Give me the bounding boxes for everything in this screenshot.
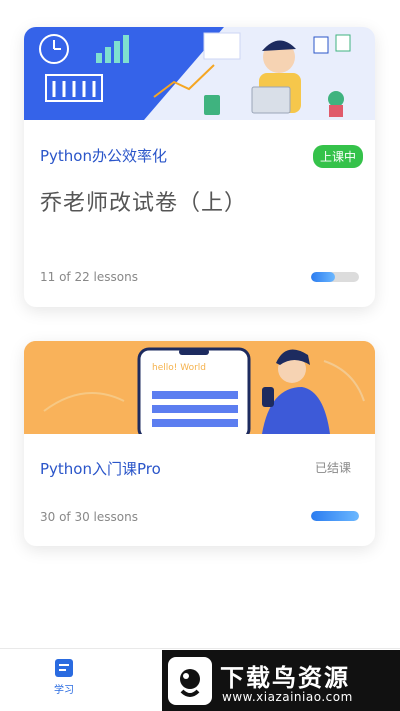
tab-study-label: 学习 <box>54 685 74 696</box>
bird-logo-icon <box>168 657 212 705</box>
course-card-2[interactable]: hello! World Python入门课Pro 已结课 30 of 30 l… <box>24 341 375 546</box>
course-illustration-1 <box>24 27 375 120</box>
banner-hello-text: hello! World <box>152 363 207 373</box>
tab-study[interactable]: 学习 <box>44 657 84 696</box>
progress-bar <box>311 272 359 282</box>
book-icon <box>55 659 73 677</box>
watermark-url: www.xiazainiao.com <box>222 690 353 704</box>
watermark-title: 下载鸟资源 <box>220 664 350 692</box>
course-banner-2: hello! World <box>24 341 375 434</box>
course-card-1[interactable]: Python办公效率化 上课中 乔老师改试卷（上） 11 of 22 lesso… <box>24 27 375 307</box>
progress-fill <box>311 511 359 521</box>
lessons-count: 30 of 30 lessons <box>40 510 138 524</box>
lesson-title[interactable]: 乔老师改试卷（上） <box>40 185 247 217</box>
watermark: 下载鸟资源 www.xiazainiao.com <box>162 650 400 711</box>
status-badge: 已结课 <box>314 461 351 475</box>
course-name: Python入门课Pro <box>40 460 161 478</box>
progress-bar <box>311 511 359 521</box>
course-name: Python办公效率化 <box>40 147 167 165</box>
course-banner-1 <box>24 27 375 120</box>
status-badge: 上课中 <box>312 145 363 168</box>
progress-fill <box>311 272 335 282</box>
course-illustration-2 <box>24 341 375 434</box>
lessons-count: 11 of 22 lessons <box>40 270 138 284</box>
